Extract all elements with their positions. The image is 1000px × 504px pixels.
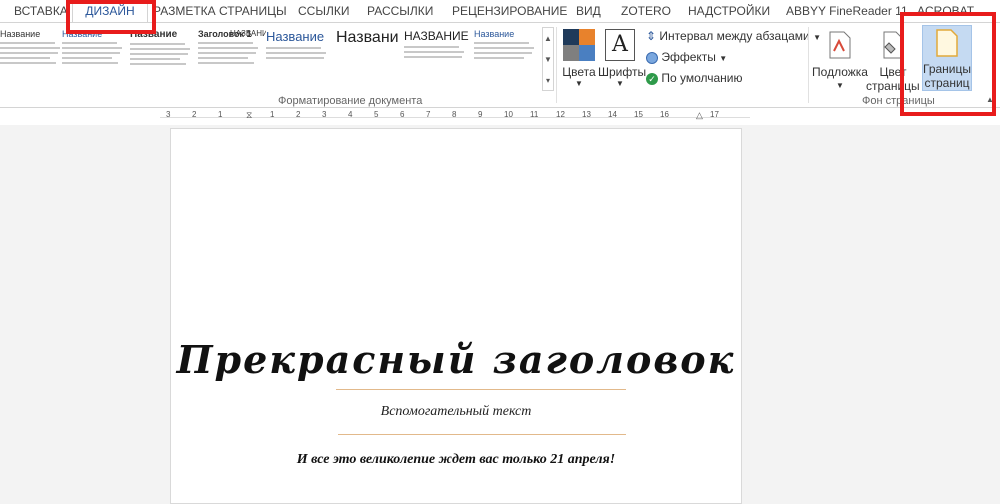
tab-page-layout[interactable]: РАЗМЕТКА СТРАНИЦЫ: [153, 0, 287, 22]
gallery-scroll[interactable]: ▲ ▼ ▾: [542, 27, 554, 91]
style-gallery-item[interactable]: НАЗВАНИЕ: [230, 29, 266, 89]
tab-insert[interactable]: ВСТАВКА: [14, 0, 68, 22]
document-title[interactable]: Прекрасный заголовок: [170, 337, 742, 382]
watermark-button[interactable]: Подложка ▼: [812, 27, 868, 107]
ribbon: Название Название Название Заголовок 1 Н…: [0, 22, 1000, 108]
paragraph-spacing-icon: ⇕: [646, 29, 657, 43]
check-circle-icon: ✓: [646, 72, 658, 85]
document-subtitle[interactable]: Вспомогательный текст: [170, 404, 742, 420]
style-gallery-item[interactable]: Названи: [336, 29, 400, 89]
tab-view[interactable]: ВИД: [576, 0, 601, 22]
decorative-divider: [336, 389, 626, 390]
tab-mailings[interactable]: РАССЫЛКИ: [367, 0, 433, 22]
fonts-button[interactable]: A Шрифты ▼: [598, 27, 646, 107]
style-gallery-item[interactable]: НАЗВАНИЕ: [404, 29, 472, 89]
highlight-box-page-borders: [900, 12, 996, 116]
tab-abbyy[interactable]: ABBYY FineReader 11: [786, 0, 908, 22]
tab-references[interactable]: ССЫЛКИ: [298, 0, 349, 22]
tab-zotero[interactable]: ZOTERO: [621, 0, 671, 22]
chevron-down-icon[interactable]: ▼: [543, 49, 553, 70]
chevron-down-icon: ▼: [616, 79, 624, 88]
style-gallery-item[interactable]: Название: [130, 29, 194, 89]
set-default-button[interactable]: ✓ По умолчанию: [646, 71, 743, 85]
document-page[interactable]: [170, 128, 742, 504]
tab-addins[interactable]: НАДСТРОЙКИ: [688, 0, 770, 22]
chevron-down-icon: ▼: [719, 54, 728, 63]
effects-icon: [646, 51, 658, 64]
palette-icon: [563, 29, 595, 61]
document-footer-text[interactable]: И все это великолепие ждет вас только 21…: [170, 452, 742, 468]
font-a-icon: A: [605, 29, 635, 61]
chevron-down-icon: ▼: [575, 79, 583, 88]
style-gallery-item[interactable]: Название: [62, 29, 126, 89]
effects-button[interactable]: Эффекты ▼: [646, 50, 727, 64]
group-separator: [556, 27, 557, 103]
group-separator: [808, 27, 809, 103]
tab-review[interactable]: РЕЦЕНЗИРОВАНИЕ: [452, 0, 567, 22]
right-indent-marker-icon[interactable]: △: [696, 110, 703, 121]
style-gallery-item[interactable]: Название: [0, 29, 64, 89]
style-gallery-item[interactable]: Название: [474, 29, 540, 89]
chevron-up-icon[interactable]: ▲: [543, 28, 553, 49]
style-gallery-item[interactable]: Название: [266, 29, 332, 89]
chevron-down-icon: ▼: [836, 81, 844, 90]
indent-marker-icon[interactable]: ⧖: [246, 110, 252, 121]
highlight-box-design-tab: [66, 0, 156, 34]
paragraph-spacing-button[interactable]: ⇕ Интервал между абзацами ▼: [646, 29, 821, 43]
expand-gallery-icon[interactable]: ▾: [543, 70, 553, 91]
decorative-divider: [338, 434, 626, 435]
watermark-icon: [829, 31, 851, 59]
horizontal-ruler[interactable]: 3 2 1 ⧖ 1 2 3 4 5 6 7 8 9 10 11 12 13 14…: [160, 110, 750, 124]
colors-button[interactable]: Цвета ▼: [562, 27, 596, 107]
group-label-doc-format: Форматирование документа: [278, 95, 423, 107]
